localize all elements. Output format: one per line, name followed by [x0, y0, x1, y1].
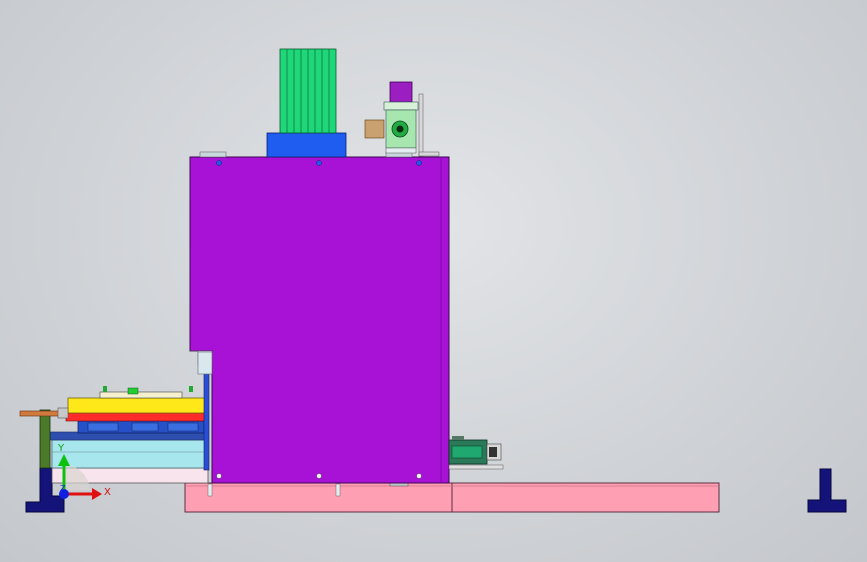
- base-plate: [184, 480, 720, 513]
- z-axis-label: Z: [60, 484, 66, 493]
- triad-graphic: [58, 454, 102, 500]
- cad-model: [19, 48, 847, 513]
- x-axis-label: X: [104, 487, 111, 498]
- y-axis-head: [58, 454, 70, 466]
- cad-viewport[interactable]: Y X Z: [0, 0, 867, 562]
- side-actuator: [448, 436, 504, 470]
- y-axis-label: Y: [58, 443, 65, 454]
- support-foot-right: [807, 468, 847, 513]
- valve-assembly: [364, 81, 440, 157]
- coordinate-triad: Y X Z: [44, 440, 114, 510]
- guide-rod: [203, 371, 210, 471]
- main-housing: [189, 151, 450, 484]
- x-axis-head: [92, 488, 102, 500]
- top-motor: [266, 48, 347, 158]
